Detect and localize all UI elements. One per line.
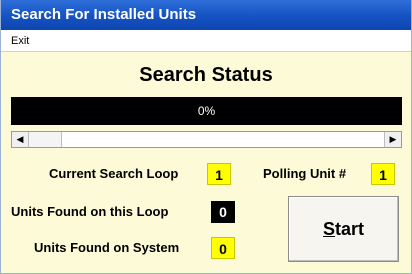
units-found-loop-value: 0: [211, 201, 235, 223]
scroll-left-icon[interactable]: ◀: [12, 132, 29, 147]
menu-exit[interactable]: Exit: [11, 30, 29, 52]
units-found-loop-label: Units Found on this Loop: [11, 204, 169, 219]
start-button[interactable]: Start: [288, 196, 399, 262]
start-button-label: tart: [335, 219, 365, 239]
polling-unit-value: 1: [371, 163, 395, 185]
current-search-loop-label: Current Search Loop: [49, 166, 179, 181]
current-search-loop-value: 1: [207, 163, 231, 185]
scroll-right-icon[interactable]: ▶: [384, 132, 401, 147]
start-button-mnemonic: S: [322, 219, 335, 239]
menu-bar: Exit: [1, 30, 411, 52]
units-found-system-label: Units Found on System: [34, 240, 180, 255]
progress-bar: 0%: [11, 97, 402, 125]
scrollbar-thumb[interactable]: [29, 132, 62, 147]
search-window: Search For Installed Units Exit Search S…: [0, 0, 412, 274]
polling-unit-label: Polling Unit #: [263, 166, 347, 181]
horizontal-scrollbar[interactable]: ◀ ▶: [11, 131, 402, 148]
progress-text: 0%: [197, 104, 216, 118]
units-found-system-value: 0: [211, 237, 235, 259]
status-heading: Search Status: [139, 64, 273, 86]
window-title: Search For Installed Units: [1, 0, 411, 30]
